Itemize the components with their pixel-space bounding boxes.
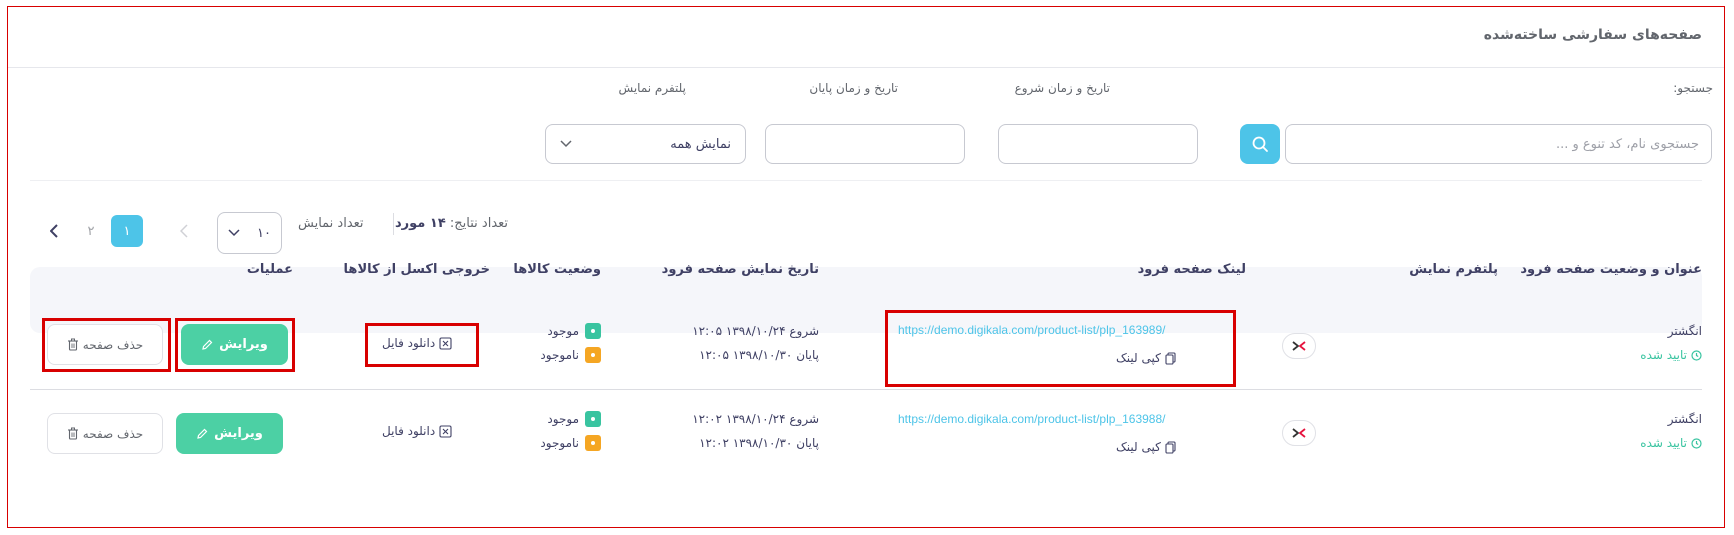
chevron-down-icon <box>560 140 572 148</box>
delete-page-button[interactable]: حذف صفحه <box>47 324 163 365</box>
header-title-status: عنوان و وضعیت صفحه فرود <box>1520 262 1702 277</box>
header-excel: خروجی اکسل از کالاها <box>343 262 490 277</box>
search-button[interactable] <box>1240 124 1280 164</box>
out-of-stock-label: ناموجود <box>540 348 579 362</box>
row-status-label: تایید شده <box>1640 348 1687 362</box>
download-file-label: دانلود فایل <box>382 336 436 350</box>
platform-select[interactable]: نمایش همه <box>545 124 746 164</box>
prev-page-button[interactable] <box>38 215 70 247</box>
in-stock-badge <box>585 411 601 427</box>
delete-page-label: حذف صفحه <box>82 337 144 352</box>
header-platform: پلتفرم نمایش <box>1409 262 1498 277</box>
digikala-platform-icon <box>1292 428 1306 438</box>
row-separator <box>30 389 1702 390</box>
copy-link-button[interactable]: کپی لینک <box>1116 351 1176 365</box>
out-of-stock-badge <box>585 347 601 363</box>
landing-page-link[interactable]: https://demo.digikala.com/product-list/p… <box>898 323 1166 337</box>
digikala-platform-icon <box>1292 341 1306 351</box>
platform-icon <box>1282 420 1316 446</box>
out-of-stock-badge <box>585 435 601 451</box>
chevron-left-icon <box>50 224 58 238</box>
page-title: صفحه‌های سفارشی ساخته‌شده <box>1483 27 1702 43</box>
copy-link-button[interactable]: کپی لینک <box>1116 440 1176 454</box>
copy-icon <box>1165 440 1176 454</box>
pencil-icon <box>197 428 208 439</box>
results-separator <box>393 213 394 235</box>
results-count-value: ۱۴ مورد <box>395 216 446 231</box>
out-of-stock-status: ناموجود <box>540 435 601 451</box>
start-date-label: تاریخ و زمان شروع <box>1014 81 1110 95</box>
search-input[interactable] <box>1285 124 1712 164</box>
clock-icon <box>1691 437 1702 449</box>
clock-icon <box>1691 349 1702 361</box>
in-stock-status: موجود <box>547 411 601 427</box>
delete-page-button[interactable]: حذف صفحه <box>47 413 163 454</box>
platform-icon <box>1282 333 1316 359</box>
panel-header: صفحه‌های سفارشی ساخته‌شده <box>8 7 1724 68</box>
end-date-input[interactable] <box>765 124 965 164</box>
header-actions: عملیات <box>246 262 293 277</box>
copy-link-label: کپی لینک <box>1116 440 1161 454</box>
row-status: تایید شده <box>1640 436 1702 450</box>
in-stock-badge <box>585 323 601 339</box>
edit-button-label: ویرایش <box>214 426 263 441</box>
per-page-label: تعداد نمایش <box>298 216 364 231</box>
filter-divider <box>30 180 1702 181</box>
per-page-value: ۱۰ <box>257 225 271 241</box>
chevron-down-icon <box>228 229 240 237</box>
row-status: تایید شده <box>1640 348 1702 362</box>
header-link: لینک صفحه فرود <box>1137 262 1246 277</box>
header-dates: تاریخ نمایش صفحه فرود <box>661 262 819 277</box>
per-page-select[interactable]: ۱۰ <box>217 212 282 254</box>
copy-link-label: کپی لینک <box>1116 351 1161 365</box>
in-stock-status: موجود <box>547 323 601 339</box>
row-title: انگشتر <box>1667 324 1702 338</box>
end-date-label: تاریخ و زمان پایان <box>809 81 898 95</box>
trash-icon <box>67 338 78 351</box>
end-date: پایان ۱۳۹۸/۱۰/۳۰ ۱۲:۰۵ <box>699 348 819 362</box>
platform-label: پلتفرم نمایش <box>618 81 686 95</box>
row-title: انگشتر <box>1667 412 1702 426</box>
edit-button-label: ویرایش <box>219 337 268 352</box>
start-date: شروع ۱۳۹۸/۱۰/۲۴ ۱۲:۰۲ <box>692 412 819 426</box>
copy-icon <box>1165 351 1176 365</box>
in-stock-label: موجود <box>547 412 579 426</box>
out-of-stock-status: ناموجود <box>540 347 601 363</box>
download-file-label: دانلود فایل <box>382 424 436 438</box>
search-label: جستجو: <box>1673 81 1713 95</box>
search-icon <box>1252 136 1268 152</box>
row-status-label: تایید شده <box>1640 436 1687 450</box>
in-stock-label: موجود <box>547 324 579 338</box>
page-2-button[interactable]: ۲ <box>75 215 107 247</box>
edit-button[interactable]: ویرایش <box>176 413 283 454</box>
custom-pages-panel: صفحه‌های سفارشی ساخته‌شده جستجو: تاریخ و… <box>7 6 1725 528</box>
header-stock: وضعیت کالاها <box>513 262 601 277</box>
download-file-button[interactable]: دانلود فایل <box>382 424 452 438</box>
end-date: پایان ۱۳۹۸/۱۰/۳۰ ۱۲:۰۲ <box>699 436 819 450</box>
page-1-button[interactable]: ۱ <box>111 215 143 247</box>
download-file-button[interactable]: دانلود فایل <box>382 336 452 350</box>
results-count-label: تعداد نتایج: <box>449 216 509 231</box>
edit-button[interactable]: ویرایش <box>181 324 288 365</box>
trash-icon <box>67 427 78 440</box>
excel-file-icon <box>439 424 452 438</box>
results-count: تعداد نتایج: ۱۴ مورد <box>395 216 508 231</box>
start-date: شروع ۱۳۹۸/۱۰/۲۴ ۱۲:۰۵ <box>692 324 819 338</box>
landing-page-link[interactable]: https://demo.digikala.com/product-list/p… <box>898 412 1166 426</box>
chevron-left-icon <box>180 224 188 238</box>
delete-page-label: حذف صفحه <box>82 426 144 441</box>
start-date-input[interactable] <box>998 124 1198 164</box>
pencil-icon <box>202 339 213 350</box>
excel-file-icon <box>439 336 452 350</box>
out-of-stock-label: ناموجود <box>540 436 579 450</box>
platform-select-value: نمایش همه <box>670 136 731 152</box>
next-page-button[interactable] <box>168 215 200 247</box>
